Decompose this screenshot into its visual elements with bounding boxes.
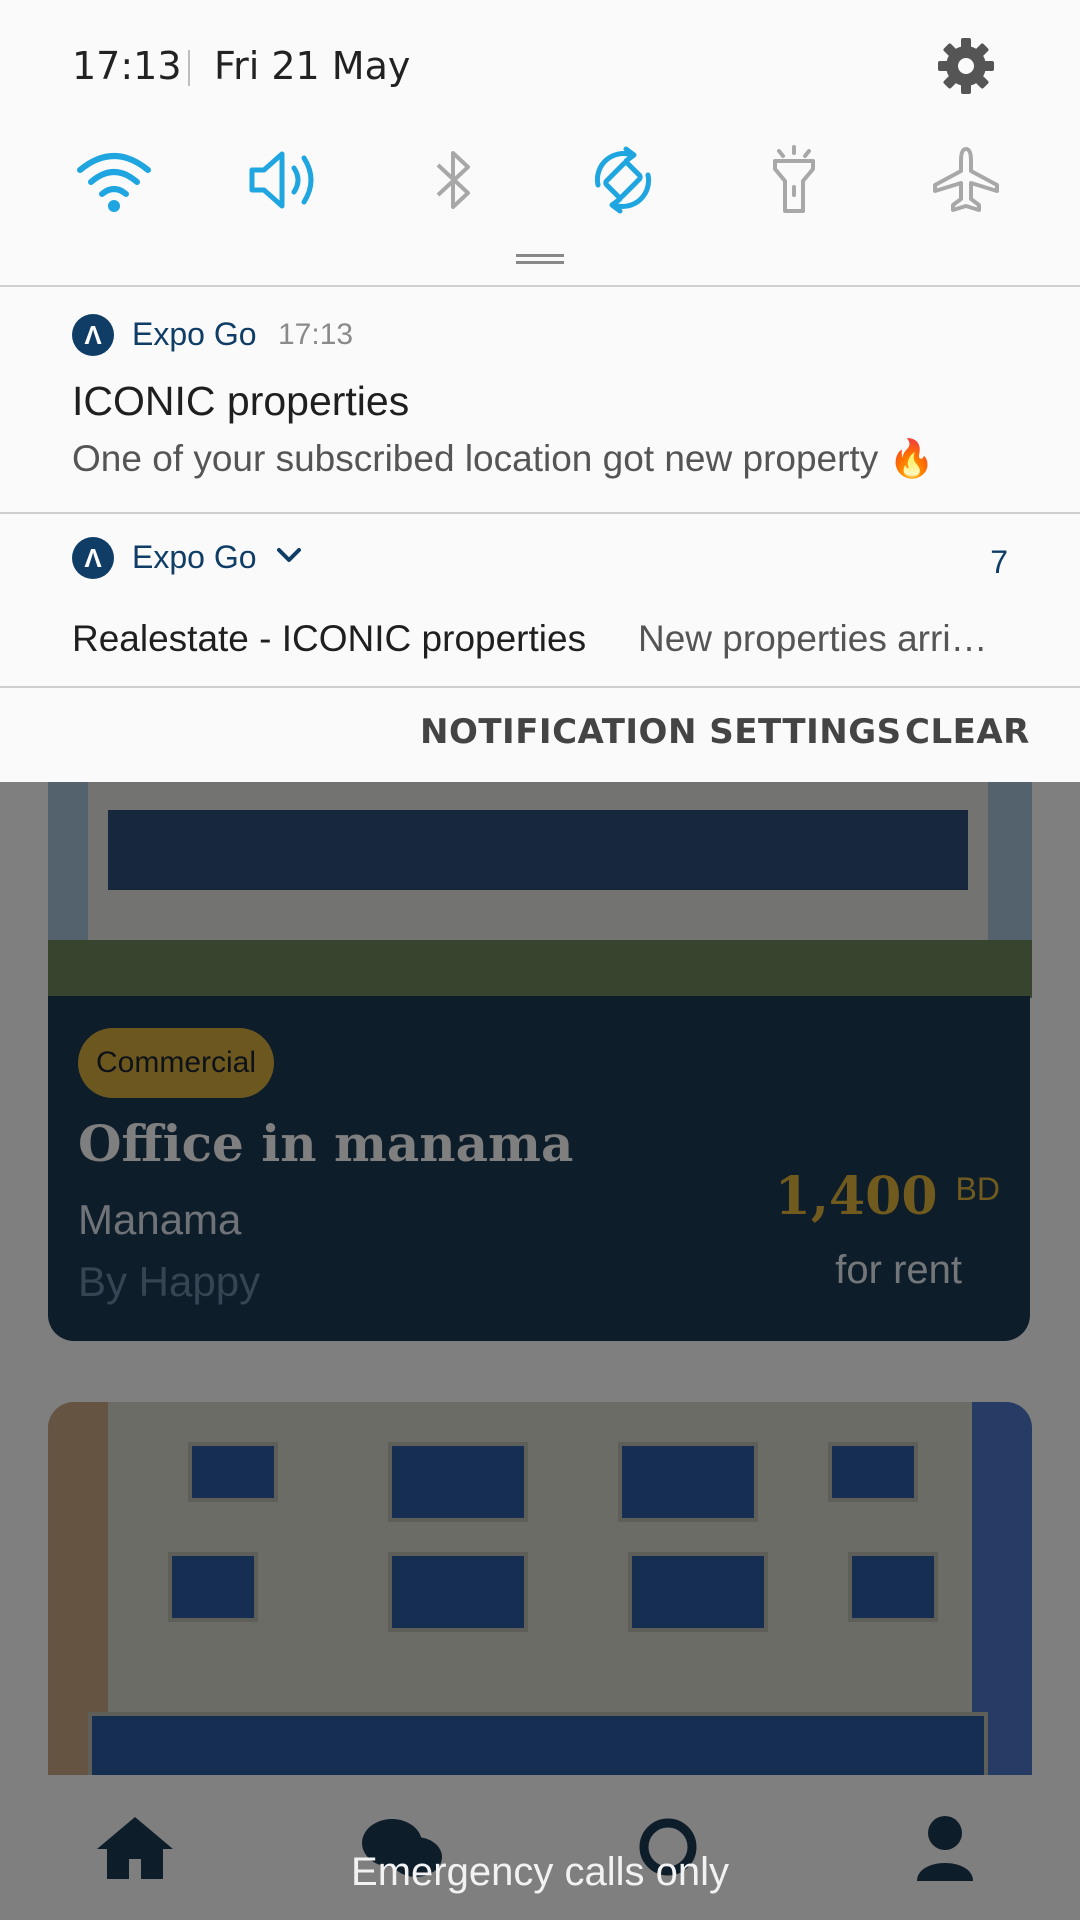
notification-title: ICONIC properties [72, 378, 410, 424]
airplane-mode-icon[interactable] [926, 144, 1006, 216]
expo-app-icon: Λ [72, 314, 114, 356]
auto-rotate-icon[interactable] [583, 144, 663, 216]
emergency-calls-label: Emergency calls only [351, 1850, 729, 1894]
notification-app-name: Expo Go [132, 316, 257, 352]
bluetooth-icon[interactable] [413, 144, 493, 216]
notification-text: One of your subscribed location got new … [72, 438, 935, 479]
notification-settings-button[interactable]: NOTIFICATION SETTINGS [420, 712, 902, 752]
clear-button[interactable]: CLEAR [905, 712, 1030, 752]
expand-handle[interactable] [516, 254, 564, 264]
notification-app-name: Expo Go [132, 539, 257, 575]
chevron-down-icon[interactable] [276, 546, 302, 569]
notification-count: 7 [990, 544, 1008, 580]
sound-icon[interactable] [244, 144, 324, 216]
clock: 17:13 [72, 44, 182, 88]
notification-shade: 17:13 Fri 21 May Λ Expo Go 17:13 ICONIC … [0, 0, 1080, 782]
notification-time: 17:13 [278, 318, 354, 351]
clock-date-separator [188, 50, 190, 86]
date: Fri 21 May [214, 44, 411, 88]
flashlight-icon[interactable] [754, 144, 834, 216]
expo-app-icon: Λ [72, 537, 114, 579]
gear-icon[interactable] [938, 38, 994, 94]
notification-text: New properties arri… [638, 618, 988, 659]
wifi-icon[interactable] [74, 144, 154, 216]
notification-actions: NOTIFICATION SETTINGS CLEAR [0, 688, 1080, 782]
notification-title: Realestate - ICONIC properties [72, 618, 587, 659]
